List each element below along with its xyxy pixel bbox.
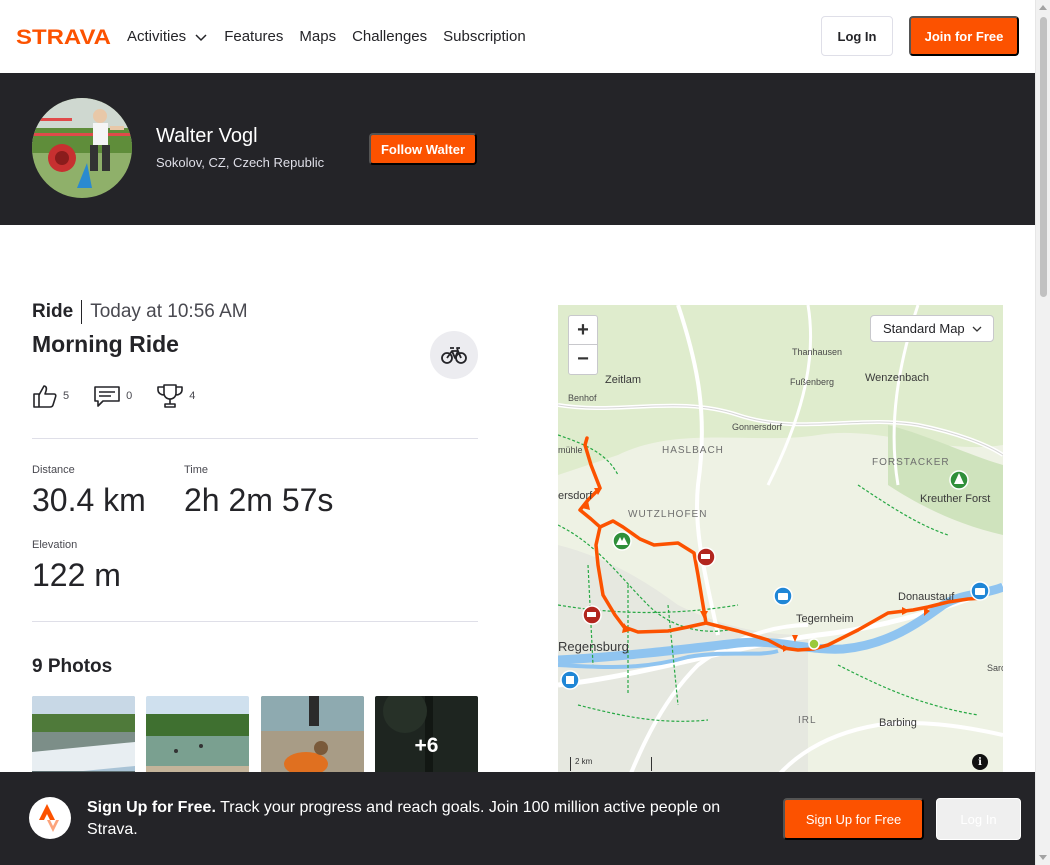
comments-button[interactable]: 0: [93, 383, 132, 409]
map-place-label: Zeitlam: [605, 374, 642, 386]
scroll-up-arrow[interactable]: [1039, 5, 1047, 10]
athlete-location: Sokolov, CZ, Czech Republic: [156, 155, 325, 170]
achievements-count: 4: [189, 390, 196, 402]
activity-type: Ride: [32, 300, 83, 324]
nav-activities[interactable]: Activities: [127, 28, 208, 45]
social-stats: 5 0 4: [32, 383, 195, 409]
divider: [32, 438, 478, 439]
signup-banner: Sign Up for Free. Track your progress an…: [0, 772, 1035, 865]
map-style-value: Standard Map: [883, 321, 965, 336]
activity-header: Ride Today at 10:56 AM: [32, 300, 248, 324]
signup-message: Sign Up for Free. Track your progress an…: [87, 797, 767, 841]
athlete-banner: Walter Vogl Sokolov, CZ, Czech Republic …: [0, 73, 1035, 225]
scroll-down-arrow[interactable]: [1039, 855, 1047, 860]
join-button[interactable]: Join for Free: [909, 16, 1019, 56]
map-style-select[interactable]: Standard Map: [870, 315, 994, 342]
photos-title: 9 Photos: [32, 656, 113, 677]
signup-button[interactable]: Sign Up for Free: [783, 798, 924, 840]
map-district-label: IRL: [798, 715, 817, 726]
map-place-label: Wenzenbach: [865, 372, 930, 384]
scrollbar[interactable]: [1035, 0, 1050, 865]
map-place-label: Benhof: [568, 393, 597, 403]
map-place-label: Fußenberg: [790, 377, 835, 387]
chevron-down-icon: [972, 326, 982, 332]
athlete-name[interactable]: Walter Vogl: [156, 125, 258, 148]
map-place-label: Tegernheim: [796, 613, 854, 625]
signup-headline: Sign Up for Free.: [87, 799, 216, 816]
trophy-icon: [157, 384, 184, 408]
thumbs-up-icon: [33, 385, 57, 408]
zoom-out-button[interactable]: −: [569, 345, 597, 374]
map-place-label: ersdorf: [558, 490, 593, 502]
nav-challenges[interactable]: Challenges: [352, 28, 427, 45]
map-place-label: Kreuther Forst: [920, 493, 991, 505]
map-place-label: Donaustauf: [898, 591, 955, 603]
avatar-image: [32, 98, 132, 198]
bike-icon: [441, 347, 467, 364]
strava-logo[interactable]: STRAVA: [16, 27, 112, 46]
follow-button[interactable]: Follow Walter: [369, 133, 477, 165]
time-value: 2h 2m 57s: [184, 482, 334, 518]
strava-icon: [29, 797, 71, 839]
map-place-label: mühle: [558, 445, 583, 455]
map-place-label: Gonnersdorf: [732, 422, 783, 432]
activity-date: Today at 10:56 AM: [90, 301, 248, 322]
map-district-label: WUTZLHOFEN: [628, 509, 708, 520]
elevation-label: Elevation: [32, 539, 78, 551]
more-photos-count: +6: [414, 734, 439, 757]
nav-maps[interactable]: Maps: [299, 28, 336, 45]
time-label: Time: [184, 464, 209, 476]
route-map[interactable]: + − Standard Map Thanhausen Fußenberg We…: [558, 305, 1003, 805]
map-place-label: Thanhausen: [792, 347, 843, 357]
map-place-label: Barbing: [879, 717, 917, 729]
strava-chevron-icon: [39, 804, 59, 832]
kudos-count: 5: [63, 390, 70, 402]
zoom-control: + −: [568, 315, 598, 375]
distance-value: 30.4 km: [32, 482, 146, 518]
signup-login-button[interactable]: Log In: [936, 798, 1021, 840]
map-scale: 2 km: [570, 757, 652, 771]
divider: [32, 621, 478, 622]
nav-activities-label: Activities: [127, 28, 187, 45]
comment-icon: [94, 386, 120, 407]
sport-type-badge: [430, 331, 478, 379]
kudos-button[interactable]: 5: [32, 383, 69, 409]
map-district-label: HASLBACH: [662, 445, 724, 456]
zoom-in-button[interactable]: +: [569, 316, 597, 345]
avatar[interactable]: [32, 98, 132, 198]
main-menu: Activities Features Maps Challenges Subs…: [127, 0, 526, 73]
achievements-button[interactable]: 4: [156, 383, 195, 409]
map-city-label: Regensburg: [558, 639, 629, 654]
map-district-label: FORSTACKER: [872, 457, 950, 468]
distance-label: Distance: [32, 464, 75, 476]
strava-wordmark: STRAVA: [16, 27, 111, 46]
map-info-button[interactable]: i: [972, 754, 988, 770]
nav-subscription[interactable]: Subscription: [443, 28, 526, 45]
chevron-down-icon: [195, 33, 207, 41]
activity-title: Morning Ride: [32, 331, 179, 357]
page: STRAVA Activities Features Maps Challeng…: [0, 0, 1050, 865]
login-button[interactable]: Log In: [821, 16, 893, 56]
comments-count: 0: [126, 390, 133, 402]
map-place-label: Sarc: [987, 663, 1003, 673]
scroll-thumb[interactable]: [1040, 17, 1047, 297]
elevation-value: 122 m: [32, 557, 121, 593]
nav-features[interactable]: Features: [224, 28, 283, 45]
top-nav: STRAVA Activities Features Maps Challeng…: [0, 0, 1035, 73]
